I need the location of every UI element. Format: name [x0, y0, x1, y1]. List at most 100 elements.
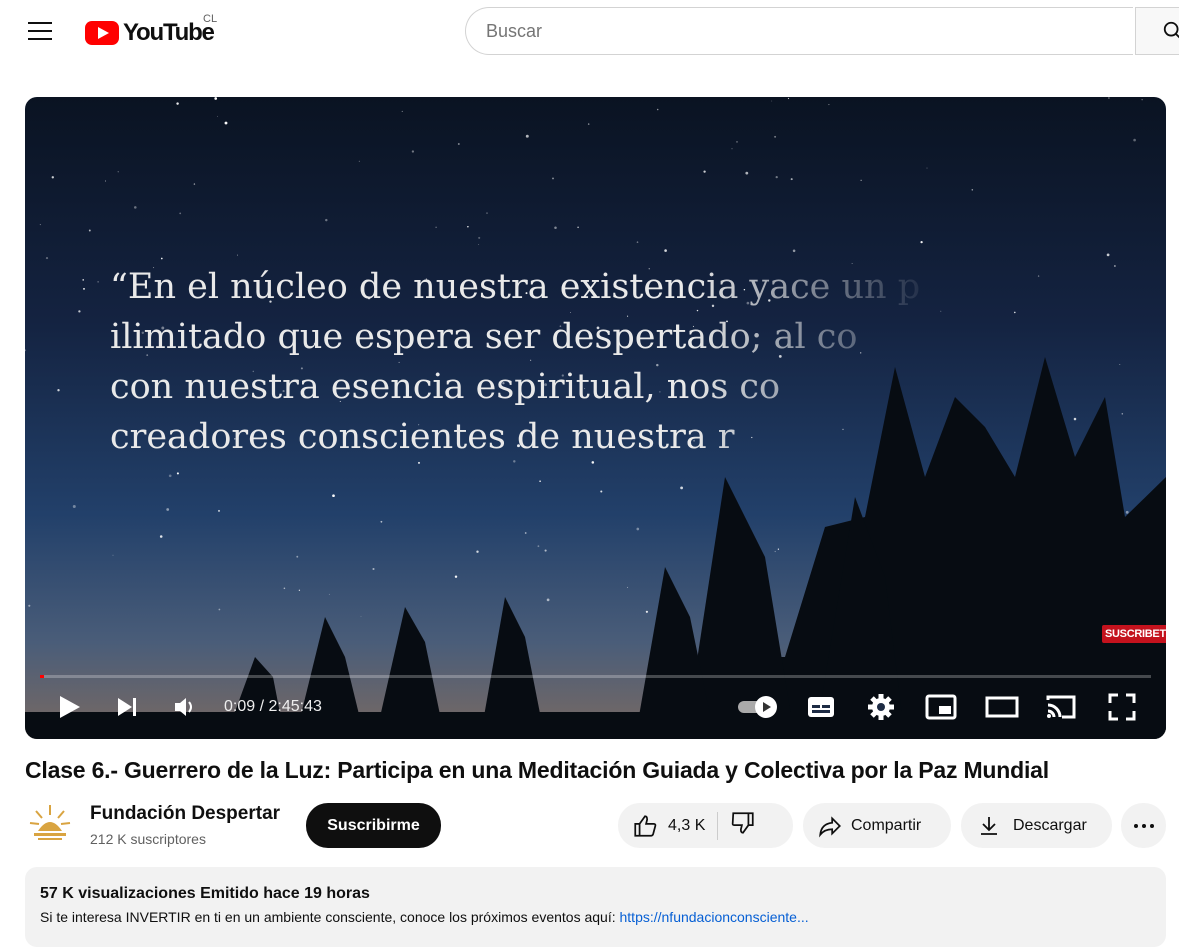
star	[731, 148, 733, 150]
next-icon[interactable]	[116, 692, 140, 722]
subscriber-count: 212 K suscriptores	[90, 831, 206, 847]
star	[645, 610, 649, 613]
star	[860, 179, 862, 181]
description-text: Si te interesa INVERTIR en ti en un ambi…	[40, 909, 809, 925]
star	[72, 505, 76, 508]
star	[112, 554, 114, 556]
star	[736, 141, 738, 143]
star	[82, 279, 84, 281]
star	[777, 548, 780, 550]
search-input[interactable]	[465, 7, 1133, 55]
star	[457, 143, 460, 145]
channel-avatar[interactable]	[26, 801, 74, 849]
quote-line: con nuestra esencia espiritual, nos co	[110, 367, 781, 407]
star	[218, 608, 221, 611]
star	[1037, 275, 1040, 277]
video-title: Clase 6.- Guerrero de la Luz: Participa …	[25, 757, 1049, 783]
star	[117, 171, 119, 173]
star	[401, 110, 403, 112]
star	[435, 226, 437, 228]
star	[411, 150, 415, 153]
like-dislike-group: 4,3 K	[618, 803, 793, 848]
star	[577, 226, 579, 229]
subtitles-icon[interactable]	[806, 692, 836, 722]
star	[546, 598, 550, 602]
time-display: 0:09 / 2:45:43	[224, 698, 322, 716]
star	[417, 461, 421, 464]
volume-icon[interactable]	[173, 692, 197, 722]
star	[1133, 138, 1136, 142]
star	[828, 104, 830, 106]
channel-name[interactable]: Fundación Despertar	[90, 803, 280, 825]
country-code: CL	[203, 13, 218, 25]
play-icon[interactable]	[58, 692, 82, 722]
star	[380, 520, 383, 523]
progress-bar[interactable]	[40, 675, 1151, 678]
star	[537, 545, 540, 548]
more-actions-button[interactable]	[1121, 803, 1166, 848]
star	[217, 509, 221, 512]
star	[940, 310, 942, 312]
dislike-button[interactable]	[730, 810, 756, 841]
star	[1073, 417, 1077, 421]
description-link[interactable]: https://nfundacionconsciente...	[620, 909, 809, 925]
subscribe-overlay-badge[interactable]: SUSCRIBETE	[1102, 625, 1166, 643]
share-label: Compartir	[851, 816, 922, 834]
star	[554, 226, 557, 229]
star	[168, 474, 172, 478]
star	[745, 171, 749, 175]
like-button[interactable]: 4,3 K	[618, 813, 705, 839]
more-horizontal-icon	[1133, 823, 1154, 828]
miniplayer-icon[interactable]	[925, 692, 957, 722]
star	[358, 160, 360, 162]
youtube-logo[interactable]: YouTube	[85, 18, 215, 48]
video-player[interactable]: “En el núcleo de nuestra existencia yace…	[25, 97, 1166, 739]
star	[25, 349, 27, 352]
description-body: Si te interesa INVERTIR en ti en un ambi…	[40, 909, 620, 925]
star	[1119, 364, 1121, 365]
description-box[interactable]	[25, 867, 1166, 947]
star	[296, 555, 299, 558]
star	[159, 535, 163, 538]
views-and-date: 57 K visualizaciones Emitido hace 19 hor…	[40, 885, 370, 902]
download-button[interactable]: Descargar	[961, 803, 1112, 848]
star	[28, 604, 31, 607]
star	[1013, 311, 1016, 314]
like-divider	[717, 811, 719, 840]
search-button[interactable]	[1135, 7, 1179, 55]
star	[360, 615, 362, 617]
star	[478, 236, 481, 239]
menu-icon[interactable]	[28, 22, 52, 40]
star	[39, 224, 41, 226]
cast-icon[interactable]	[1044, 692, 1078, 722]
star	[636, 527, 640, 531]
star	[1114, 265, 1116, 267]
star	[78, 310, 81, 313]
quote-line: ilimitado que espera ser despertado; al …	[110, 317, 858, 357]
star	[664, 249, 667, 252]
star	[627, 586, 628, 588]
star	[88, 229, 91, 232]
star	[332, 494, 335, 498]
current-time: 0:09	[224, 698, 256, 715]
search-icon	[1163, 21, 1179, 39]
progress-bar-fill	[40, 675, 44, 678]
share-icon	[819, 815, 841, 837]
star	[166, 508, 170, 511]
youtube-play-icon	[85, 21, 119, 45]
autoplay-toggle-icon[interactable]	[736, 692, 780, 722]
download-label: Descargar	[1013, 816, 1087, 834]
settings-icon[interactable]	[866, 692, 896, 722]
star	[787, 97, 790, 100]
star	[636, 241, 639, 243]
star	[774, 550, 776, 553]
star	[325, 218, 328, 222]
video-quote-text: “En el núcleo de nuestra existencia yace…	[110, 262, 940, 462]
star	[600, 490, 603, 493]
share-button[interactable]: Compartir	[803, 803, 951, 848]
star	[176, 102, 179, 105]
subscribe-button[interactable]: Suscribirme	[306, 803, 441, 848]
fullscreen-icon[interactable]	[1107, 692, 1137, 722]
theater-mode-icon[interactable]	[985, 692, 1019, 722]
star	[217, 115, 218, 117]
